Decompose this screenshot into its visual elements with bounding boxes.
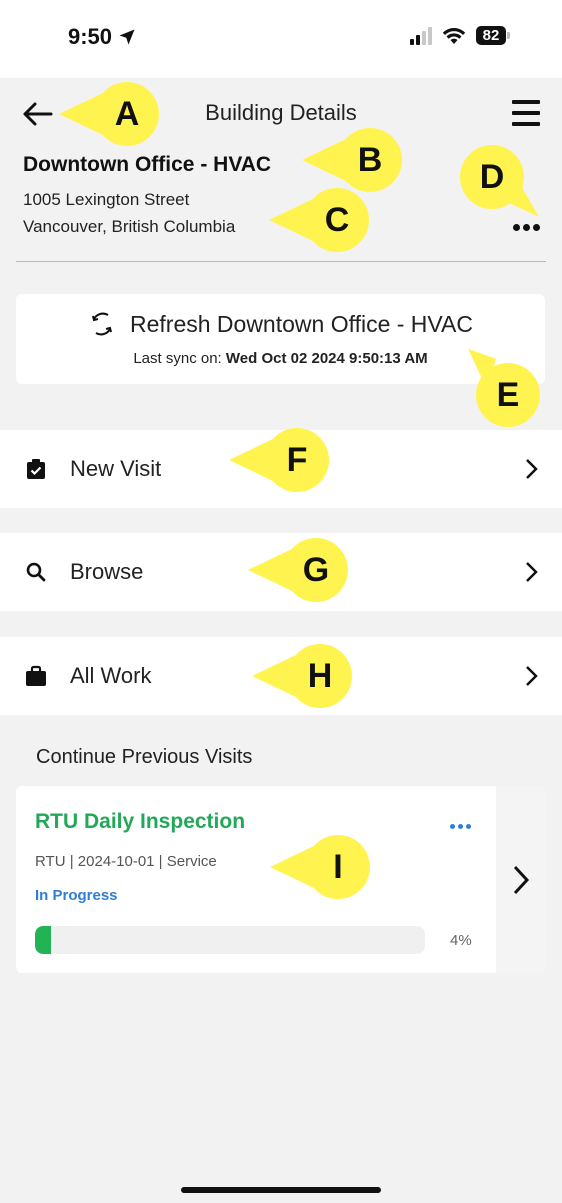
refresh-icon (92, 312, 112, 336)
address-line-2: Vancouver, British Columbia (23, 217, 236, 236)
last-sync-timestamp: Wed Oct 02 2024 9:50:13 AM (225, 350, 428, 367)
home-indicator (181, 1187, 381, 1193)
callout-f: F (229, 428, 329, 492)
callout-i: I (270, 835, 370, 899)
address-line-1: 1005 Lexington Street (23, 190, 190, 209)
chevron-right-icon (526, 459, 538, 479)
all-work-label: All Work (70, 663, 152, 688)
chevron-right-icon (526, 666, 538, 686)
callout-e: E (476, 363, 540, 427)
callout-c: C (269, 188, 369, 252)
callout-b: B (302, 128, 402, 192)
briefcase-icon (26, 665, 46, 686)
chevron-right-icon (526, 562, 538, 582)
search-icon (26, 562, 46, 582)
visit-progress-text: 4% (450, 932, 472, 949)
callout-g: G (248, 538, 348, 602)
header-divider (16, 261, 546, 262)
building-name: Downtown Office - HVAC (23, 153, 272, 176)
callout-h: H (252, 644, 352, 708)
browse-label: Browse (70, 559, 144, 584)
refresh-label: Refresh Downtown Office - HVAC (130, 310, 473, 337)
status-bar: 9:50 82 (0, 0, 562, 78)
wifi-icon (442, 27, 466, 44)
visit-title: RTU Daily Inspection (35, 810, 246, 833)
status-time: 9:50 (68, 24, 136, 50)
hamburger-menu-icon[interactable] (512, 100, 540, 126)
clock-text: 9:50 (68, 24, 113, 49)
callout-d: D (460, 145, 524, 209)
visit-progress-fill (35, 926, 51, 954)
visit-open-button[interactable] (496, 786, 545, 973)
location-arrow-icon (119, 29, 135, 45)
chevron-right-icon (513, 865, 529, 894)
battery-icon: 82 (476, 26, 510, 45)
visit-status: In Progress (35, 887, 118, 904)
visit-progress-bar (35, 926, 425, 954)
previous-visits-heading: Continue Previous Visits (36, 746, 253, 768)
visit-meta: RTU | 2024-10-01 | Service (35, 853, 217, 870)
new-visit-label: New Visit (70, 456, 162, 481)
cellular-signal-icon (410, 26, 432, 45)
status-icons: 82 (410, 26, 510, 45)
battery-level: 82 (476, 26, 506, 45)
last-sync-prefix: Last sync on: (133, 350, 222, 367)
visit-more-options-icon[interactable] (450, 824, 471, 829)
clipboard-check-icon (27, 459, 45, 479)
callout-a: A (59, 82, 159, 146)
